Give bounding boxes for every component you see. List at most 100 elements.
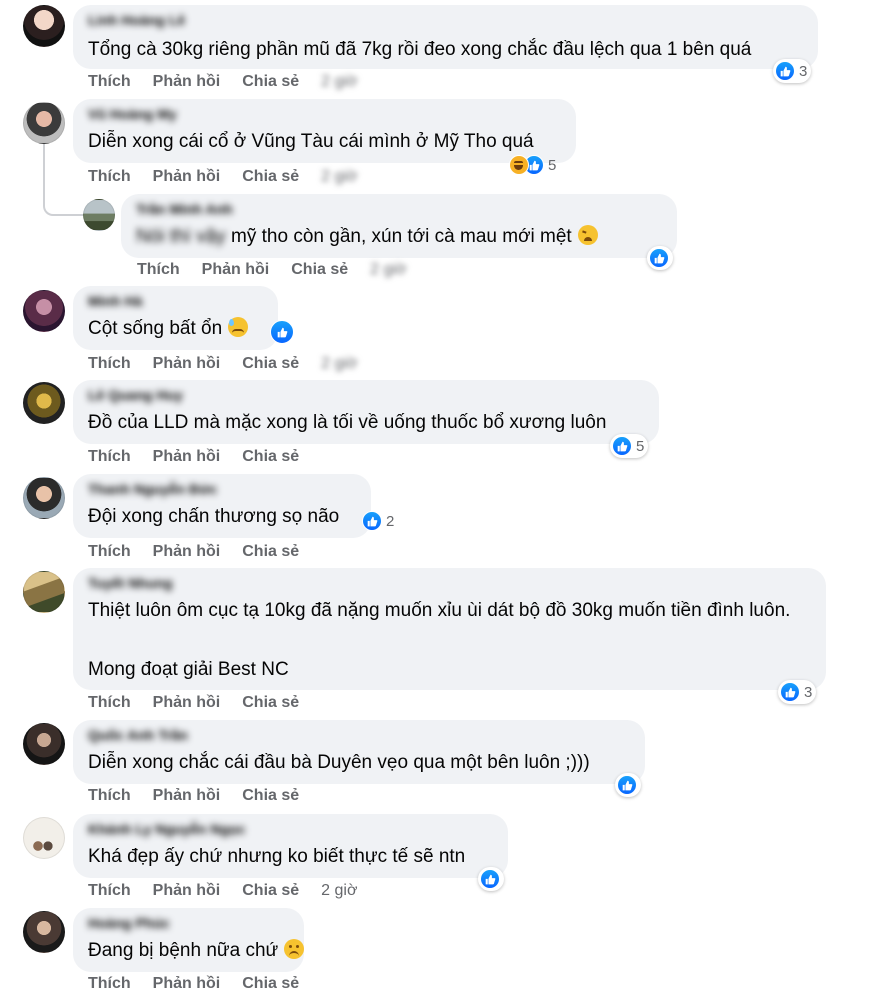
comment-bubble: Quốc Anh Trần Diễn xong chắc cái đầu bà … xyxy=(73,720,645,784)
like-button[interactable]: Thích xyxy=(88,448,131,466)
comment-text-line: Mong đoạt giải Best NC xyxy=(88,659,289,680)
haha-reaction-icon xyxy=(509,155,529,175)
sweat-smile-emoji xyxy=(228,317,249,337)
avatar[interactable] xyxy=(23,911,65,953)
comment-text: Tổng cà 30kg riêng phần mũ đã 7kg rồi đe… xyxy=(88,39,752,60)
comment-bubble: Trần Minh Anh Nói thì vậy mỹ tho còn gần… xyxy=(121,194,677,258)
reply-button[interactable]: Phản hồi xyxy=(153,543,221,561)
avatar[interactable] xyxy=(23,817,65,859)
comment-author[interactable]: Khánh Ly Nguyễn Ngọc xyxy=(88,821,245,837)
comment-actions: Thích Phản hồi Chia sẻ xyxy=(88,543,321,561)
avatar[interactable] xyxy=(23,723,65,765)
comment-time[interactable]: 2 giờ xyxy=(370,261,406,279)
share-button[interactable]: Chia sẻ xyxy=(242,543,299,561)
reaction-badge[interactable]: 3 xyxy=(778,680,817,704)
reaction-badge[interactable]: 5 xyxy=(610,434,649,458)
avatar[interactable] xyxy=(23,290,65,332)
reply-button[interactable]: Phản hồi xyxy=(153,882,221,900)
like-reaction-icon xyxy=(617,775,637,795)
comment-actions: Thích Phản hồi Chia sẻ 2 giờ xyxy=(137,261,406,279)
comment-bubble: Tuyết Nhung Thiệt luôn ôm cục tạ 10kg đã… xyxy=(73,568,826,690)
reaction-count: 3 xyxy=(799,62,808,80)
reaction-badge[interactable] xyxy=(268,320,298,344)
share-button[interactable]: Chia sẻ xyxy=(242,355,299,373)
share-button[interactable]: Chia sẻ xyxy=(242,975,299,993)
comment-bubble: Hoàng Phúc Đang bị bệnh nữa chứ xyxy=(73,908,305,972)
comment-actions: Thích Phản hồi Chia sẻ xyxy=(88,787,321,805)
comment-time[interactable]: 2 giờ xyxy=(321,882,357,900)
reply-button[interactable]: Phản hồi xyxy=(153,787,221,805)
like-button[interactable]: Thích xyxy=(88,694,131,712)
reply-button[interactable]: Phản hồi xyxy=(202,261,270,279)
reply-button[interactable]: Phản hồi xyxy=(153,448,221,466)
reaction-count: 5 xyxy=(548,156,557,174)
reaction-badge[interactable] xyxy=(478,867,504,891)
comment-bubble: Vũ Hoàng My Diễn xong cái cổ ở Vũng Tàu … xyxy=(73,99,576,163)
reaction-count: 2 xyxy=(386,512,395,530)
comment-bubble: Minh Hà Cột sống bất ổn xyxy=(73,286,278,350)
like-reaction-icon xyxy=(362,511,382,531)
reply-button[interactable]: Phản hồi xyxy=(153,73,221,91)
avatar[interactable] xyxy=(23,477,65,519)
comment-text: Đồ của LLD mà mặc xong là tối về uống th… xyxy=(88,412,607,433)
comment-text: Cột sống bất ổn xyxy=(88,316,249,342)
reply-button[interactable]: Phản hồi xyxy=(153,975,221,993)
reply-button[interactable]: Phản hồi xyxy=(153,355,221,373)
comment-text: Diễn xong cái cổ ở Vũng Tàu cái mình ở M… xyxy=(88,131,534,152)
reaction-badge[interactable] xyxy=(647,246,673,270)
share-button[interactable]: Chia sẻ xyxy=(242,73,299,91)
avatar[interactable] xyxy=(23,571,65,613)
reaction-count: 3 xyxy=(804,683,813,701)
comment-author[interactable]: Lê Quang Huy xyxy=(88,387,183,403)
like-reaction-icon xyxy=(780,682,800,702)
comment-text: Nói thì vậy mỹ tho còn gần, xún tới cà m… xyxy=(136,224,598,250)
comment-text: Diễn xong chắc cái đầu bà Duyên vẹo qua … xyxy=(88,752,590,773)
avatar[interactable] xyxy=(83,199,115,231)
share-button[interactable]: Chia sẻ xyxy=(242,694,299,712)
comment-actions: Thích Phản hồi Chia sẻ 2 giờ xyxy=(88,168,357,186)
comment-actions: Thích Phản hồi Chia sẻ xyxy=(88,694,321,712)
share-button[interactable]: Chia sẻ xyxy=(291,261,348,279)
comment-author[interactable]: Tuyết Nhung xyxy=(88,575,173,591)
comment-actions: Thích Phản hồi Chia sẻ 2 giờ xyxy=(88,73,357,91)
reaction-badge[interactable]: 3 xyxy=(773,59,812,83)
avatar[interactable] xyxy=(23,102,65,144)
comment-time[interactable]: 2 giờ xyxy=(321,355,357,373)
like-button[interactable]: Thích xyxy=(88,975,131,993)
comment-time[interactable]: 2 giờ xyxy=(321,73,357,91)
comment-author[interactable]: Hoàng Phúc xyxy=(88,915,170,931)
like-button[interactable]: Thích xyxy=(137,261,180,279)
reaction-badge[interactable]: 2 xyxy=(360,509,398,533)
comment-author[interactable]: Linh Hoàng Lê xyxy=(88,12,185,28)
avatar[interactable] xyxy=(23,5,65,47)
like-reaction-icon xyxy=(649,248,669,268)
comment-author[interactable]: Vũ Hoàng My xyxy=(88,106,177,122)
comment-time[interactable]: 2 giờ xyxy=(321,168,357,186)
like-button[interactable]: Thích xyxy=(88,787,131,805)
comment-actions: Thích Phản hồi Chia sẻ xyxy=(88,975,321,993)
comment-author[interactable]: Minh Hà xyxy=(88,293,142,309)
share-button[interactable]: Chia sẻ xyxy=(242,448,299,466)
share-button[interactable]: Chia sẻ xyxy=(242,168,299,186)
reply-button[interactable]: Phản hồi xyxy=(153,694,221,712)
reaction-badge[interactable] xyxy=(615,773,641,797)
avatar[interactable] xyxy=(23,382,65,424)
reply-button[interactable]: Phản hồi xyxy=(153,168,221,186)
comment-author[interactable]: Quốc Anh Trần xyxy=(88,727,188,743)
comment-text: Khá đẹp ấy chứ nhưng ko biết thực tế sẽ … xyxy=(88,846,466,867)
comment-actions: Thích Phản hồi Chia sẻ 2 giờ xyxy=(88,355,357,373)
like-reaction-icon xyxy=(480,869,500,889)
like-button[interactable]: Thích xyxy=(88,168,131,186)
share-button[interactable]: Chia sẻ xyxy=(242,787,299,805)
like-button[interactable]: Thích xyxy=(88,882,131,900)
like-button[interactable]: Thích xyxy=(88,355,131,373)
reaction-badge[interactable]: 5 xyxy=(507,153,560,177)
comment-author[interactable]: Trần Minh Anh xyxy=(136,201,233,217)
like-reaction-icon xyxy=(775,61,795,81)
comment-actions: Thích Phản hồi Chia sẻ xyxy=(88,448,321,466)
share-button[interactable]: Chia sẻ xyxy=(242,882,299,900)
comment-bubble: Khánh Ly Nguyễn Ngọc Khá đẹp ấy chứ nhưn… xyxy=(73,814,508,878)
comment-author[interactable]: Thanh Nguyễn Đức xyxy=(88,481,217,497)
like-button[interactable]: Thích xyxy=(88,73,131,91)
like-button[interactable]: Thích xyxy=(88,543,131,561)
